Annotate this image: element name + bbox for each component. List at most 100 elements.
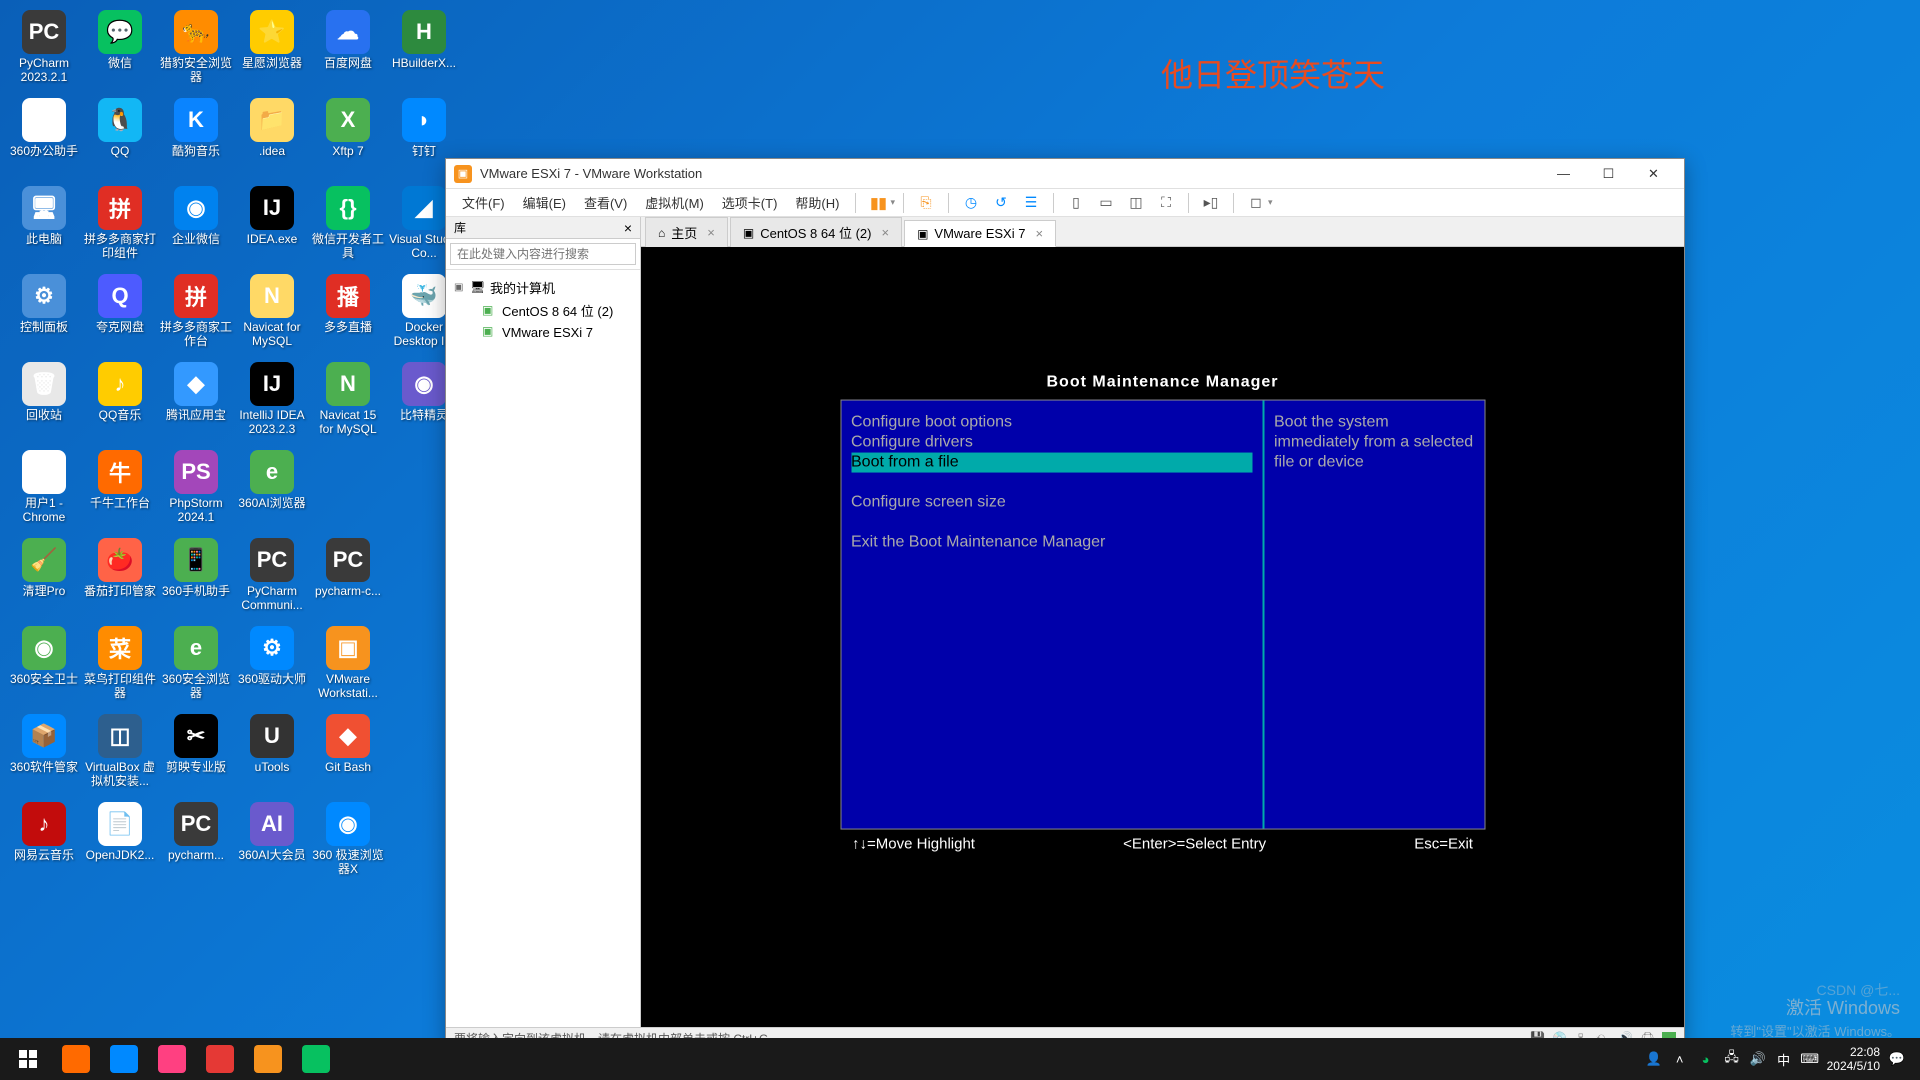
start-button[interactable] xyxy=(4,1038,52,1080)
taskbar-item[interactable] xyxy=(292,1038,340,1080)
taskbar-item[interactable] xyxy=(244,1038,292,1080)
desktop-icon[interactable]: ◫VirtualBox 虚拟机安装... xyxy=(82,712,158,800)
desktop-icon[interactable]: e360安全浏览器 xyxy=(158,624,234,712)
desktop-icon[interactable]: ⚙360驱动大师 xyxy=(234,624,310,712)
tray-people-icon[interactable]: 👤 xyxy=(1645,1050,1663,1068)
desktop-icon[interactable]: Q夸克网盘 xyxy=(82,272,158,360)
tree-root[interactable]: ▣🖥我的计算机 xyxy=(450,276,636,299)
desktop-icon[interactable]: 📱360手机助手 xyxy=(158,536,234,624)
desktop-icon[interactable]: AI360AI大会员 xyxy=(234,800,310,888)
bios-menu-item[interactable]: Configure boot options xyxy=(851,413,1252,433)
close-button[interactable]: ✕ xyxy=(1631,160,1676,188)
bios-menu-item[interactable]: Configure screen size xyxy=(851,493,1252,513)
taskbar-item[interactable] xyxy=(148,1038,196,1080)
bios-menu-item[interactable] xyxy=(851,473,1252,493)
desktop-icon[interactable]: UuTools xyxy=(234,712,310,800)
minimize-button[interactable]: — xyxy=(1541,160,1586,188)
desktop-icon[interactable]: 💬微信 xyxy=(82,8,158,96)
taskbar-item[interactable] xyxy=(52,1038,100,1080)
library-close-icon[interactable]: × xyxy=(624,220,632,236)
desktop-icon[interactable]: 🍅番茄打印管家 xyxy=(82,536,158,624)
desktop-icon[interactable]: ◆Git Bash xyxy=(310,712,386,800)
desktop-icon[interactable]: IJIntelliJ IDEA 2023.2.3 xyxy=(234,360,310,448)
tab[interactable]: ⌂主页× xyxy=(645,217,728,247)
bios-menu[interactable]: Configure boot optionsConfigure driversB… xyxy=(841,401,1264,829)
desktop-icon[interactable]: NNavicat 15 for MySQL xyxy=(310,360,386,448)
snapshot-take-icon[interactable]: ◷ xyxy=(959,191,983,215)
view-multi-icon[interactable]: ▭ xyxy=(1094,191,1118,215)
view-fullscreen-icon[interactable]: ⛶ xyxy=(1154,191,1178,215)
tray-notifications-icon[interactable]: 💬 xyxy=(1888,1050,1906,1068)
desktop-icon[interactable]: ◉360 极速浏览器X xyxy=(310,800,386,888)
tray-network-icon[interactable]: 🖧 xyxy=(1723,1050,1741,1068)
titlebar[interactable]: ▣ VMware ESXi 7 - VMware Workstation — ☐… xyxy=(446,159,1684,189)
stretch-dropdown[interactable]: ▾ xyxy=(1268,197,1273,208)
desktop-icon[interactable]: ◉用户1 - Chrome xyxy=(6,448,82,536)
tray-ime[interactable]: 中 xyxy=(1775,1050,1793,1068)
desktop-icon[interactable]: Q360办公助手 xyxy=(6,96,82,184)
snapshot-revert-icon[interactable]: ↺ xyxy=(989,191,1013,215)
desktop-icon[interactable]: e360AI浏览器 xyxy=(234,448,310,536)
menu-edit[interactable]: 编辑(E) xyxy=(515,189,574,216)
bios-menu-item[interactable]: Boot from a file xyxy=(851,453,1252,473)
desktop-icon[interactable]: 🧹清理Pro xyxy=(6,536,82,624)
taskbar-item[interactable] xyxy=(100,1038,148,1080)
tray-chevron-icon[interactable]: ˄ xyxy=(1671,1050,1689,1068)
desktop-icon[interactable]: PCPyCharm 2023.2.1 xyxy=(6,8,82,96)
desktop-icon[interactable]: ♪网易云音乐 xyxy=(6,800,82,888)
pause-button[interactable]: ▮▮ xyxy=(866,191,890,215)
desktop-icon[interactable]: NNavicat for MySQL xyxy=(234,272,310,360)
snapshot-manage-icon[interactable]: ☰ xyxy=(1019,191,1043,215)
desktop-icon[interactable]: 拼拼多多商家工作台 xyxy=(158,272,234,360)
tab-close-icon[interactable]: × xyxy=(1035,226,1043,241)
menu-vm[interactable]: 虚拟机(M) xyxy=(637,189,712,216)
desktop-icon[interactable]: IJIDEA.exe xyxy=(234,184,310,272)
power-dropdown[interactable]: ▾ xyxy=(890,197,895,208)
desktop-icon[interactable]: 牛千牛工作台 xyxy=(82,448,158,536)
desktop-icon[interactable]: 🗑回收站 xyxy=(6,360,82,448)
bios-menu-item[interactable] xyxy=(851,513,1252,533)
tray-ime-mode-icon[interactable]: ⌨ xyxy=(1801,1050,1819,1068)
tree-item-centos[interactable]: ▣CentOS 8 64 位 (2) xyxy=(450,299,636,322)
tray-clock[interactable]: 22:08 2024/5/10 xyxy=(1827,1045,1880,1073)
desktop-icon[interactable]: PSPhpStorm 2024.1 xyxy=(158,448,234,536)
desktop-icon[interactable]: 🐧QQ xyxy=(82,96,158,184)
desktop-icon[interactable]: ♪QQ音乐 xyxy=(82,360,158,448)
stretch-button[interactable]: ◻ xyxy=(1244,191,1268,215)
desktop-icon[interactable]: 菜菜鸟打印组件器 xyxy=(82,624,158,712)
desktop-icon[interactable]: ✂剪映专业版 xyxy=(158,712,234,800)
tray-wechat-icon[interactable]: ◕ xyxy=(1697,1050,1715,1068)
menu-tabs[interactable]: 选项卡(T) xyxy=(714,189,786,216)
taskbar-item[interactable] xyxy=(196,1038,244,1080)
desktop-icon[interactable]: ⚙控制面板 xyxy=(6,272,82,360)
desktop-icon[interactable]: PCpycharm... xyxy=(158,800,234,888)
tree-item-esxi[interactable]: ▣VMware ESXi 7 xyxy=(450,322,636,342)
desktop-icon[interactable]: ⭐星愿浏览器 xyxy=(234,8,310,96)
bios-menu-item[interactable]: Exit the Boot Maintenance Manager xyxy=(851,533,1252,553)
desktop-icon[interactable] xyxy=(310,448,386,536)
tray-volume-icon[interactable]: 🔊 xyxy=(1749,1050,1767,1068)
tab-close-icon[interactable]: × xyxy=(707,225,715,240)
desktop-icon[interactable]: ☁百度网盘 xyxy=(310,8,386,96)
desktop-icon[interactable]: 拼拼多多商家打印组件 xyxy=(82,184,158,272)
console-button[interactable]: ▸▯ xyxy=(1199,191,1223,215)
desktop-icon[interactable]: ◆腾讯应用宝 xyxy=(158,360,234,448)
desktop-icon[interactable]: ◉360安全卫士 xyxy=(6,624,82,712)
view-single-icon[interactable]: ▯ xyxy=(1064,191,1088,215)
menu-file[interactable]: 文件(F) xyxy=(454,189,513,216)
desktop-icon[interactable]: PCPyCharm Communi... xyxy=(234,536,310,624)
desktop-icon[interactable]: XXftp 7 xyxy=(310,96,386,184)
desktop-icon[interactable]: ◉企业微信 xyxy=(158,184,234,272)
desktop-icon[interactable]: 📄OpenJDK2... xyxy=(82,800,158,888)
view-unity-icon[interactable]: ◫ xyxy=(1124,191,1148,215)
tab[interactable]: ▣VMware ESXi 7× xyxy=(904,220,1056,247)
desktop-icon[interactable]: {}微信开发者工具 xyxy=(310,184,386,272)
tab[interactable]: ▣CentOS 8 64 位 (2)× xyxy=(730,217,902,247)
vm-console[interactable]: Boot Maintenance Manager Configure boot … xyxy=(641,247,1684,1027)
desktop-icon[interactable]: HHBuilderX... xyxy=(386,8,462,96)
desktop-icon[interactable]: 🖥此电脑 xyxy=(6,184,82,272)
library-search-input[interactable] xyxy=(450,243,636,265)
snapshot-button[interactable]: ⎘ xyxy=(914,191,938,215)
desktop-icon[interactable]: K酷狗音乐 xyxy=(158,96,234,184)
desktop-icon[interactable]: 🐆猎豹安全浏览器 xyxy=(158,8,234,96)
